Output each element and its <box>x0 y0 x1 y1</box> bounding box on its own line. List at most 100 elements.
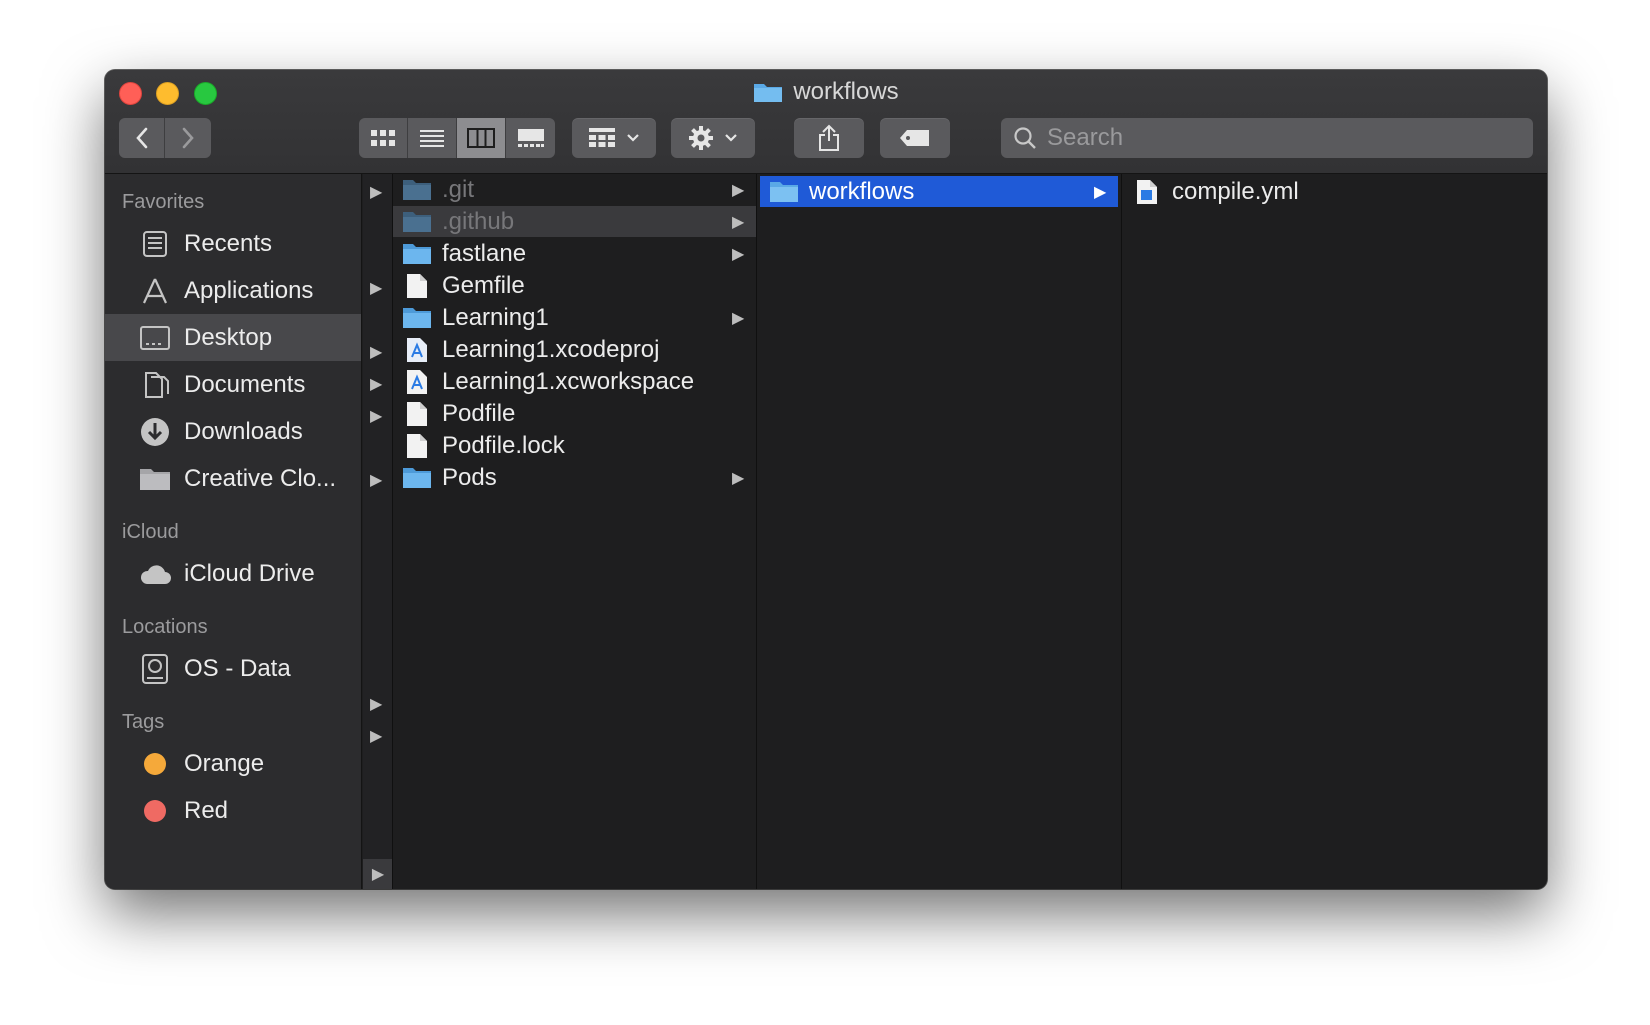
column-view-button[interactable] <box>457 118 506 158</box>
column-strip: ▶ ▶ ▶ ▶ ▶ ▶ ▶ ▶ ▶ <box>363 174 393 889</box>
sidebar-item-downloads[interactable]: Downloads <box>105 408 361 455</box>
xcode-project-icon <box>402 337 432 363</box>
xcode-workspace-icon <box>402 369 432 395</box>
documents-icon <box>138 368 172 402</box>
sidebar-item-applications[interactable]: Applications <box>105 267 361 314</box>
folder-icon <box>769 179 799 205</box>
sidebar: Favorites Recents Applications Desktop D… <box>105 174 362 889</box>
title-bar: workflows <box>105 70 1547 174</box>
grid-icon <box>371 130 395 146</box>
sidebar-item-os-data[interactable]: OS - Data <box>105 645 361 692</box>
list-item[interactable]: fastlane ▶ <box>393 238 756 269</box>
disclosure-arrow-icon: ▶ <box>370 472 383 489</box>
list-icon <box>420 130 444 147</box>
document-icon <box>402 433 432 459</box>
column-workflows: compile.yml <box>1123 174 1547 889</box>
disclosure-arrow-icon: ▶ <box>732 245 745 263</box>
red-tag-dot-icon <box>144 799 166 822</box>
recents-icon <box>138 227 172 261</box>
sidebar-item-tag-red[interactable]: Red <box>105 787 361 834</box>
sidebar-item-tag-orange[interactable]: Orange <box>105 740 361 787</box>
sidebar-item-label: Orange <box>184 749 265 777</box>
sidebar-item-label: Applications <box>184 276 314 304</box>
list-item[interactable]: Learning1.xcworkspace <box>393 366 756 397</box>
sidebar-item-icloud-drive[interactable]: iCloud Drive <box>105 550 361 597</box>
column-github: workflows ▶ <box>758 174 1122 889</box>
disclosure-arrow-icon: ▶ <box>732 309 745 327</box>
list-item[interactable]: Learning1.xcodeproj <box>393 334 756 365</box>
gallery-view-button[interactable] <box>506 118 555 158</box>
window-title: workflows <box>105 78 1547 106</box>
search-field[interactable] <box>1001 118 1533 158</box>
sidebar-item-label: OS - Data <box>184 654 291 682</box>
desktop-icon <box>138 321 172 355</box>
downloads-icon <box>138 415 172 449</box>
selected-row-arrow[interactable]: ▶ <box>363 859 392 889</box>
folder-icon <box>402 177 432 203</box>
chevron-down-icon <box>627 134 639 142</box>
tag-button[interactable] <box>880 118 950 158</box>
document-icon <box>402 401 432 427</box>
sidebar-section-locations: Locations <box>122 616 208 638</box>
sidebar-section-tags: Tags <box>122 711 165 733</box>
search-input[interactable] <box>1047 124 1507 152</box>
disclosure-arrow-icon: ▶ <box>370 280 383 297</box>
sidebar-item-label: Desktop <box>184 323 273 351</box>
action-button[interactable] <box>671 118 755 158</box>
sidebar-item-desktop[interactable]: Desktop <box>105 314 361 361</box>
list-item[interactable]: compile.yml <box>1123 176 1547 207</box>
disclosure-arrow-icon: ▶ <box>370 184 383 201</box>
list-item[interactable]: .git ▶ <box>393 174 756 205</box>
list-item[interactable]: Learning1 ▶ <box>393 302 756 333</box>
tag-icon <box>900 130 929 146</box>
view-mode-control <box>359 118 555 158</box>
share-button[interactable] <box>794 118 864 158</box>
sidebar-item-recents[interactable]: Recents <box>105 220 361 267</box>
cloud-icon <box>138 557 172 591</box>
window-title-text: workflows <box>793 78 899 105</box>
share-icon <box>819 124 839 151</box>
list-item[interactable]: Gemfile <box>393 270 756 301</box>
list-item[interactable]: Podfile <box>393 398 756 429</box>
yml-file-icon <box>1132 179 1162 205</box>
document-icon <box>402 273 432 299</box>
chevron-right-icon <box>182 127 194 149</box>
finder-window: workflows Search Favorites Recents Appli… <box>105 70 1547 889</box>
group-by-button[interactable] <box>572 118 656 158</box>
sidebar-item-label: iCloud Drive <box>184 559 315 587</box>
folder-icon <box>402 465 432 491</box>
disclosure-arrow-icon: ▶ <box>732 213 745 231</box>
sidebar-item-label: Recents <box>184 229 273 257</box>
forward-button[interactable] <box>165 118 211 158</box>
disclosure-arrow-icon: ▶ <box>370 408 383 425</box>
disclosure-arrow-icon: ▶ <box>732 469 745 487</box>
column-project: .git ▶ .github ▶ fastlane ▶ Gemfile Lear… <box>393 174 757 889</box>
icon-view-button[interactable] <box>359 118 408 158</box>
sidebar-item-label: Documents <box>184 370 306 398</box>
disclosure-arrow-icon: ▶ <box>1094 183 1107 201</box>
sidebar-item-label: Red <box>184 796 229 824</box>
list-item[interactable]: .github ▶ <box>393 206 756 237</box>
list-item[interactable]: workflows ▶ <box>760 176 1118 207</box>
disclosure-arrow-icon: ▶ <box>370 728 383 745</box>
chevron-left-icon <box>135 127 147 149</box>
sidebar-item-creative-cloud[interactable]: Creative Clo... <box>105 455 361 502</box>
search-icon <box>1014 127 1036 149</box>
sidebar-item-label: Creative Clo... <box>184 464 337 492</box>
disclosure-arrow-icon: ▶ <box>370 696 383 713</box>
disclosure-arrow-icon: ▶ <box>370 344 383 361</box>
sidebar-item-label: Downloads <box>184 417 303 445</box>
folder-icon <box>402 209 432 235</box>
folder-icon <box>402 305 432 331</box>
list-item[interactable]: Pods ▶ <box>393 462 756 493</box>
folder-icon <box>754 84 783 102</box>
list-view-button[interactable] <box>408 118 457 158</box>
disclosure-arrow-icon: ▶ <box>732 181 745 199</box>
group-icon <box>589 128 615 147</box>
list-item[interactable]: Podfile.lock <box>393 430 756 461</box>
sidebar-section-icloud: iCloud <box>122 521 179 543</box>
back-button[interactable] <box>119 118 165 158</box>
folder-icon <box>402 241 432 267</box>
orange-tag-dot-icon <box>144 752 166 775</box>
sidebar-item-documents[interactable]: Documents <box>105 361 361 408</box>
